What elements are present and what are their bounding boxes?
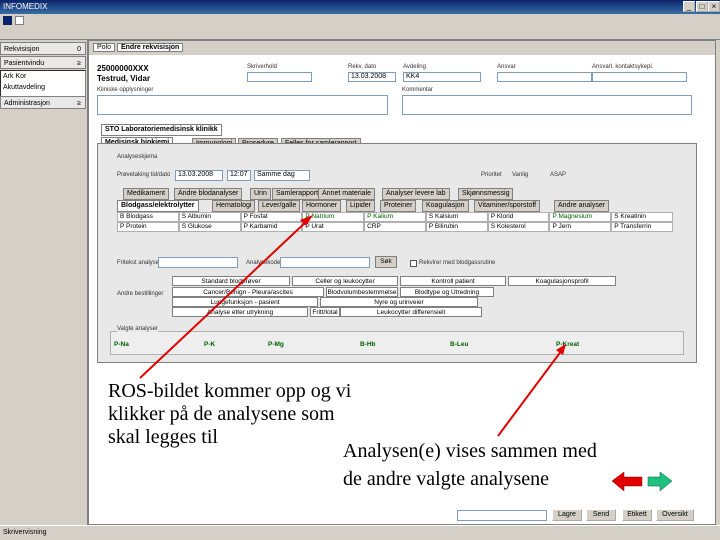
lagre-button[interactable]: Lagre — [552, 509, 582, 521]
arrow-to-grid — [139, 219, 309, 379]
forward-arrow-icon — [647, 471, 673, 492]
printer-select[interactable] — [457, 510, 547, 521]
overlay-text-right1: Analysen(e) vises sammen med — [343, 440, 597, 462]
status-text: Skrivervisning — [3, 529, 47, 536]
oversikt-button[interactable]: Oversikt — [656, 509, 694, 521]
overlay-text-line3: skal legges til — [108, 426, 218, 448]
status-bar: Skrivervisning Lagre Send Etikett Oversi… — [0, 509, 720, 540]
overlay-text-line1: ROS-bildet kommer opp og vi — [108, 380, 352, 402]
send-button[interactable]: Send — [586, 509, 616, 521]
etikett-button[interactable]: Etikett — [622, 509, 652, 521]
overlay-text-right2: de andre valgte analysene — [343, 468, 550, 490]
arrow-to-valgte — [497, 349, 563, 437]
arrow-head — [556, 344, 566, 355]
overlay-text-line2: klikker på de analysene som — [108, 403, 335, 425]
back-arrow-icon — [611, 471, 643, 492]
